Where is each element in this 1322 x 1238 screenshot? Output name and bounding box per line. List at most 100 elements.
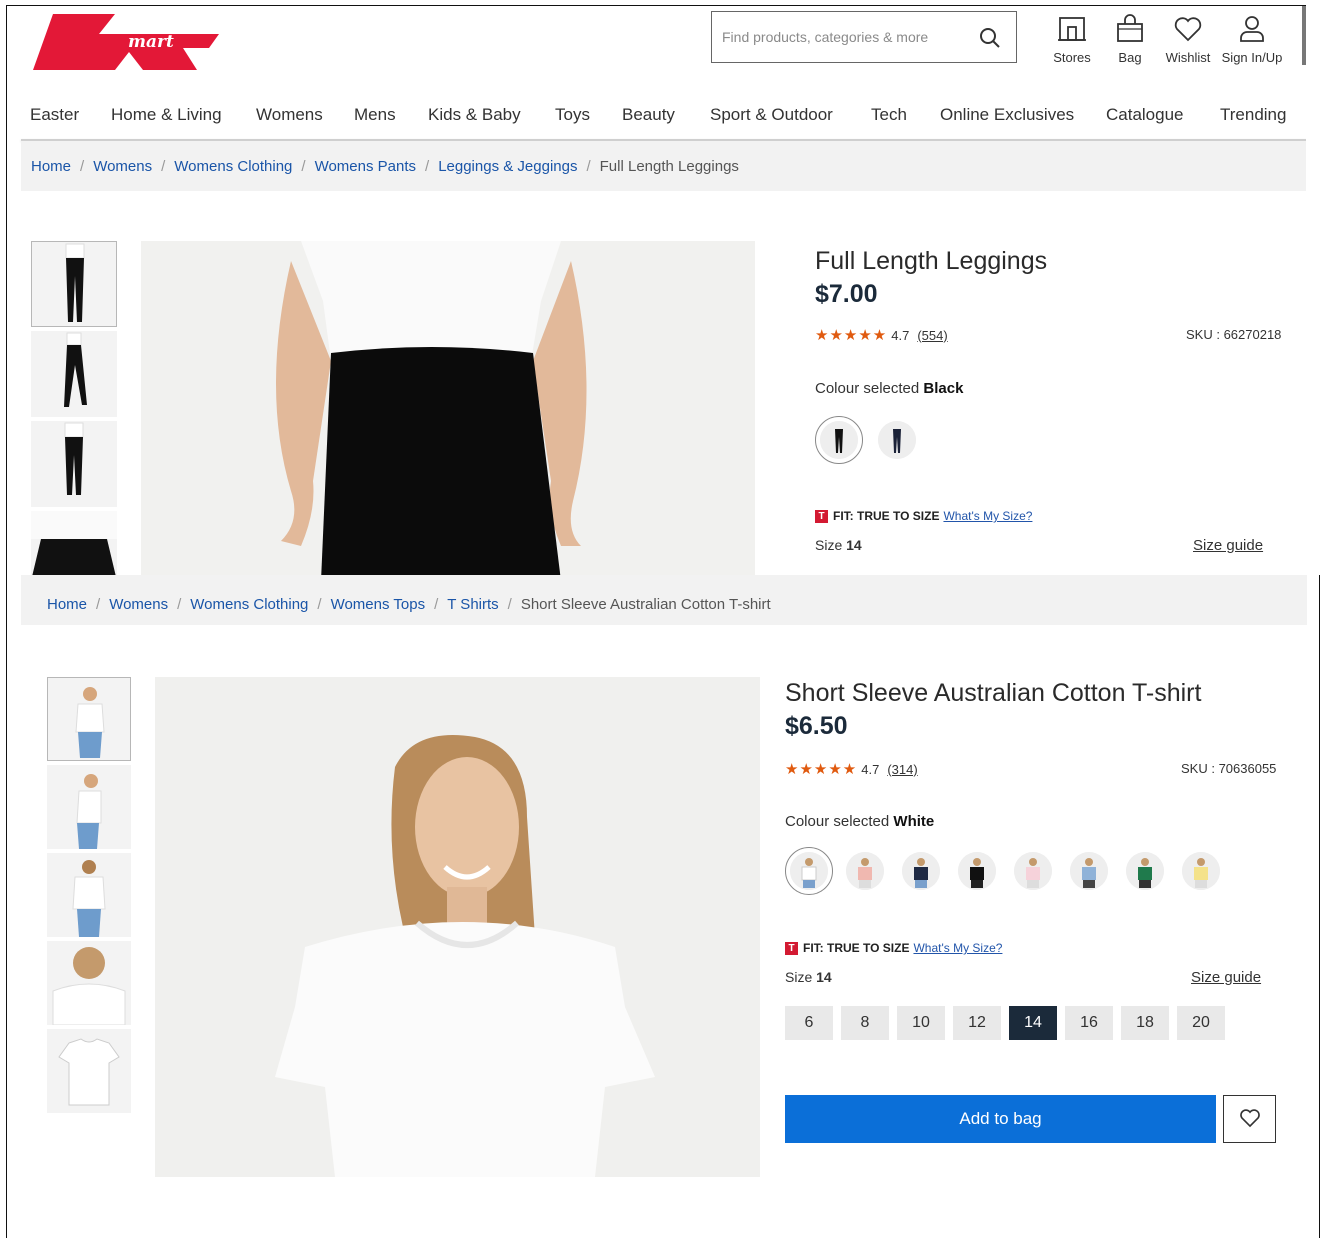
breadcrumb: Home / Womens / Womens Clothing / Womens Pa… xyxy=(21,141,1306,191)
product-page-tshirt: Home / Womens / Womens Clothing / Womens To… xyxy=(6,575,1320,1238)
breadcrumb-leggings[interactable]: Leggings & Jeggings xyxy=(438,158,577,175)
user-icon xyxy=(1217,14,1287,44)
product-page-leggings: mart Stores Bag Wishlist Sign In/Up E xyxy=(6,5,1306,575)
product-thumbnail[interactable] xyxy=(31,421,117,507)
product-price: $7.00 xyxy=(815,280,878,308)
breadcrumb-womens-tops[interactable]: Womens Tops xyxy=(331,596,426,613)
product-rating[interactable]: ★★★★★ 4.7 (314) xyxy=(785,760,918,778)
breadcrumb-home[interactable]: Home xyxy=(47,596,87,613)
review-count-link[interactable]: (314) xyxy=(887,762,917,777)
product-title: Full Length Leggings xyxy=(815,247,1048,275)
size-button-20[interactable]: 20 xyxy=(1177,1006,1225,1040)
colour-swatch-navy[interactable] xyxy=(902,852,940,890)
sign-in-button[interactable]: Sign In/Up xyxy=(1217,14,1287,74)
colour-selected-label: Colour selected White xyxy=(785,813,935,830)
size-button-18[interactable]: 18 xyxy=(1121,1006,1169,1040)
colour-selected-value: Black xyxy=(923,380,964,397)
colour-selected-label: Colour selected Black xyxy=(815,380,964,397)
nav-item-home-living[interactable]: Home & Living xyxy=(111,105,222,125)
product-thumbnail[interactable] xyxy=(47,1029,131,1113)
colour-swatch-black[interactable] xyxy=(820,421,858,459)
colour-swatch-white[interactable] xyxy=(790,852,828,890)
kmart-logo[interactable]: mart xyxy=(33,12,219,70)
product-thumbnail[interactable] xyxy=(31,241,117,327)
nav-item-catalogue[interactable]: Catalogue xyxy=(1106,105,1184,125)
breadcrumb-t-shirts[interactable]: T Shirts xyxy=(447,596,498,613)
fit-info: T FIT: TRUE TO SIZE What's My Size? xyxy=(785,941,1002,955)
star-rating-icon: ★★★★★ xyxy=(815,327,888,344)
product-thumbnail[interactable] xyxy=(47,765,131,849)
rating-value: 4.7 xyxy=(861,761,880,777)
product-price: $6.50 xyxy=(785,712,848,740)
breadcrumb-current: Full Length Leggings xyxy=(599,157,739,175)
size-selected-label: Size 14 xyxy=(785,969,832,985)
breadcrumb-womens[interactable]: Womens xyxy=(109,596,168,613)
nav-item-online-exclusives[interactable]: Online Exclusives xyxy=(940,105,1074,125)
size-selected-label: Size 14 xyxy=(815,537,862,553)
search-input[interactable] xyxy=(722,29,972,45)
search-box[interactable] xyxy=(711,11,1017,63)
nav-item-kids-baby[interactable]: Kids & Baby xyxy=(428,105,521,125)
product-sku: SKU : 66270218 xyxy=(1186,327,1282,342)
product-thumbnail[interactable] xyxy=(47,853,131,937)
review-count-link[interactable]: (554) xyxy=(917,328,947,343)
colour-swatch-yellow[interactable] xyxy=(1182,852,1220,890)
colour-swatch-navy[interactable] xyxy=(878,421,916,459)
nav-item-womens[interactable]: Womens xyxy=(256,105,323,125)
add-to-bag-button[interactable]: Add to bag xyxy=(785,1095,1216,1143)
size-button-12[interactable]: 12 xyxy=(953,1006,1001,1040)
svg-text:mart: mart xyxy=(128,32,174,52)
bag-button[interactable]: Bag xyxy=(1100,14,1160,74)
wishlist-button[interactable]: Wishlist xyxy=(1158,14,1218,74)
colour-swatch-green[interactable] xyxy=(1126,852,1164,890)
rating-value: 4.7 xyxy=(891,327,910,343)
product-thumbnail[interactable] xyxy=(31,331,117,417)
nav-item-tech[interactable]: Tech xyxy=(871,105,907,125)
whats-my-size-link[interactable]: What's My Size? xyxy=(913,941,1002,955)
breadcrumb-current: Short Sleeve Australian Cotton T-shirt xyxy=(520,596,771,613)
store-icon xyxy=(1042,14,1102,44)
stores-button[interactable]: Stores xyxy=(1042,14,1102,74)
fit-badge-icon: T xyxy=(815,509,828,523)
fit-info: T FIT: TRUE TO SIZE What's My Size? xyxy=(815,509,1032,523)
nav-item-sport-outdoor[interactable]: Sport & Outdoor xyxy=(710,105,833,125)
product-thumbnail[interactable] xyxy=(47,677,131,761)
product-rating[interactable]: ★★★★★ 4.7 (554) xyxy=(815,326,948,344)
nav-item-beauty[interactable]: Beauty xyxy=(622,105,675,125)
main-nav: Easter Home & Living Womens Mens Kids & … xyxy=(7,101,1306,141)
breadcrumb-womens-pants[interactable]: Womens Pants xyxy=(315,158,416,175)
size-guide-link[interactable]: Size guide xyxy=(1193,537,1263,554)
colour-swatch-light-pink[interactable] xyxy=(1014,852,1052,890)
search-icon[interactable] xyxy=(978,26,1002,50)
size-button-8[interactable]: 8 xyxy=(841,1006,889,1040)
heart-icon xyxy=(1158,14,1218,44)
bag-label: Bag xyxy=(1118,50,1142,65)
size-button-10[interactable]: 10 xyxy=(897,1006,945,1040)
breadcrumb-womens-clothing[interactable]: Womens Clothing xyxy=(190,596,308,613)
product-main-image[interactable] xyxy=(141,241,755,575)
product-thumbnail[interactable] xyxy=(47,941,131,1025)
size-selected-value: 14 xyxy=(846,537,862,553)
nav-item-trending[interactable]: Trending xyxy=(1220,105,1286,125)
colour-swatch-pink[interactable] xyxy=(846,852,884,890)
nav-item-easter[interactable]: Easter xyxy=(30,105,79,125)
product-thumbnail[interactable] xyxy=(31,511,117,575)
size-guide-link[interactable]: Size guide xyxy=(1191,969,1261,986)
colour-selected-value: White xyxy=(893,813,935,830)
product-main-image[interactable] xyxy=(155,677,760,1177)
fit-badge-icon: T xyxy=(785,941,798,955)
breadcrumb-womens-clothing[interactable]: Womens Clothing xyxy=(174,158,292,175)
whats-my-size-link[interactable]: What's My Size? xyxy=(943,509,1032,523)
colour-swatch-blue[interactable] xyxy=(1070,852,1108,890)
breadcrumb-home[interactable]: Home xyxy=(31,158,71,175)
breadcrumb-womens[interactable]: Womens xyxy=(93,158,152,175)
nav-item-mens[interactable]: Mens xyxy=(354,105,396,125)
colour-swatch-black[interactable] xyxy=(958,852,996,890)
size-button-14-selected[interactable]: 14 xyxy=(1009,1006,1057,1040)
size-button-6[interactable]: 6 xyxy=(785,1006,833,1040)
product-sku: SKU : 70636055 xyxy=(1181,761,1277,776)
sign-in-label: Sign In/Up xyxy=(1221,50,1283,65)
size-button-16[interactable]: 16 xyxy=(1065,1006,1113,1040)
add-to-wishlist-button[interactable] xyxy=(1223,1095,1276,1143)
nav-item-toys[interactable]: Toys xyxy=(555,105,590,125)
